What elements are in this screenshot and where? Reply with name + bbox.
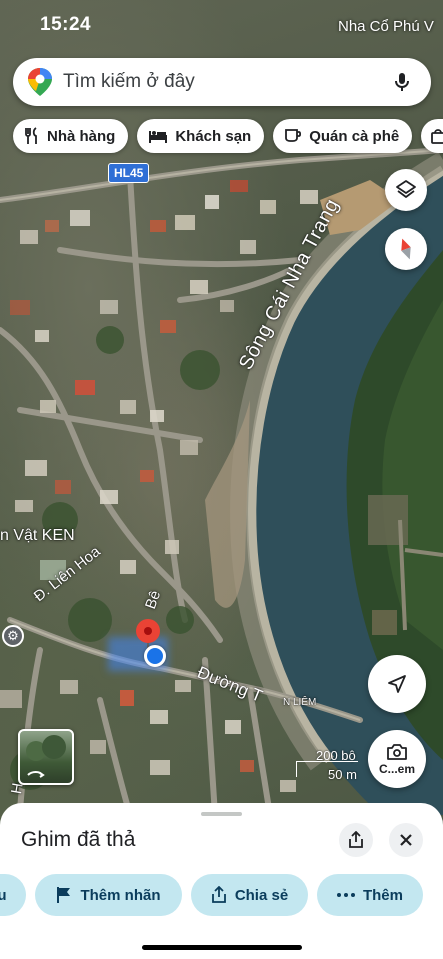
- chip-restaurants[interactable]: Nhà hàng: [13, 119, 129, 153]
- sheet-actions: u Thêm nhãn Chia sẻ Thêm: [0, 874, 443, 918]
- bottom-sheet[interactable]: Ghim đã thả u Thêm nhãn Chia sẻ Thêm: [0, 803, 443, 959]
- action-label: Thêm: [362, 886, 403, 904]
- layers-icon: [396, 180, 416, 198]
- search-bar[interactable]: Tìm kiếm ở đây: [13, 58, 431, 106]
- chip-label: Nhà hàng: [47, 127, 116, 145]
- chip-label: Khách sạn: [175, 127, 252, 145]
- lens-label: C...em: [378, 761, 415, 776]
- search-input[interactable]: Tìm kiếm ở đây: [63, 71, 391, 93]
- action-label: u: [0, 886, 7, 904]
- layers-button[interactable]: [385, 169, 427, 211]
- cafe-icon: [285, 129, 302, 142]
- street-view-thumbnail[interactable]: [18, 729, 74, 785]
- action-label: Chia sẻ: [234, 886, 289, 904]
- place-label-top: Nha Cổ Phú V: [338, 18, 434, 35]
- hotel-icon: [149, 131, 168, 143]
- scale-bar-tick: [296, 761, 297, 777]
- sheet-title: Ghim đã thả: [21, 828, 136, 851]
- street-view-rotate-icon: [26, 735, 66, 778]
- close-icon: [400, 834, 412, 846]
- map-scale: 200 bộ 50 m: [296, 748, 357, 782]
- share-button[interactable]: [339, 823, 373, 857]
- share-icon: [349, 831, 363, 848]
- chip-hotels[interactable]: Khách sạn: [137, 119, 265, 153]
- chip-shopping[interactable]: [421, 119, 443, 153]
- home-indicator[interactable]: [142, 945, 302, 950]
- microphone-icon[interactable]: [391, 71, 413, 93]
- place-label-ken[interactable]: n Vật KEN: [0, 527, 75, 545]
- flag-icon: [57, 887, 71, 903]
- more-icon: [336, 893, 355, 897]
- close-button[interactable]: [389, 823, 423, 857]
- shopping-bag-icon: [431, 129, 443, 144]
- share-icon: [211, 886, 226, 903]
- chip-label: Quán cà phê: [309, 127, 400, 145]
- road-badge: HL45: [108, 163, 150, 183]
- restaurant-icon: [25, 127, 37, 144]
- chip-cafes[interactable]: Quán cà phê: [273, 119, 413, 153]
- category-chips: Nhà hàng Khách sạn Quán cà phê: [13, 119, 443, 153]
- sheet-grabber[interactable]: [201, 812, 242, 816]
- settings-poi-icon[interactable]: ⚙: [2, 625, 24, 647]
- google-maps-pin-icon: [28, 68, 52, 96]
- place-label-lien[interactable]: N LIÊM: [283, 697, 316, 708]
- navigation-arrow-icon: [388, 675, 406, 693]
- action-directions[interactable]: u: [0, 874, 26, 916]
- scale-bar: [296, 761, 358, 762]
- action-label: Thêm nhãn: [80, 886, 161, 904]
- current-location-dot: [144, 645, 166, 667]
- status-time: 15:24: [40, 14, 92, 35]
- action-add-label[interactable]: Thêm nhãn: [35, 874, 182, 916]
- camera-icon: [387, 743, 407, 760]
- status-bar: 15:24 Nha Cổ Phú V: [0, 0, 443, 52]
- my-location-button[interactable]: [368, 655, 426, 713]
- scale-metric: 50 m: [328, 767, 357, 782]
- lens-button[interactable]: C...em: [368, 730, 426, 788]
- compass-button[interactable]: [385, 228, 427, 270]
- action-share[interactable]: Chia sẻ: [191, 874, 308, 916]
- compass-icon: [401, 238, 411, 260]
- action-more[interactable]: Thêm: [317, 874, 423, 916]
